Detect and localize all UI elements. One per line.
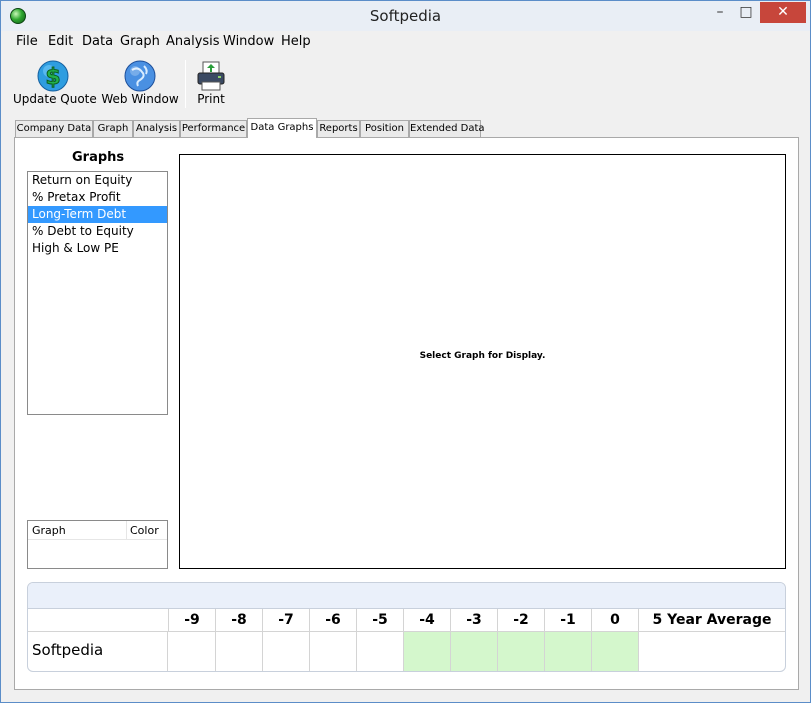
table-cell[interactable] [263,632,310,671]
tab-analysis[interactable]: Analysis [133,120,180,137]
col-header: -1 [545,609,592,632]
window-title: Softpedia [369,7,442,25]
toolbar: $ Update Quote Web Window Print [1,52,810,114]
menu-analysis[interactable]: Analysis [166,34,220,49]
graph-item-pretax-profit[interactable]: % Pretax Profit [28,189,167,206]
table-cell-highlight[interactable] [592,632,639,671]
legend-column-divider[interactable] [126,521,127,540]
graph-display-area: Select Graph for Display. [179,154,786,569]
tab-performance[interactable]: Performance [180,120,247,137]
minimize-button[interactable]: – [707,2,733,23]
data-graphs-panel: Graphs Return on Equity % Pretax Profit … [14,137,799,690]
col-header: -2 [498,609,545,632]
table-cell-highlight[interactable] [404,632,451,671]
dollar-globe-icon: $ [37,60,69,92]
table-cell-5yr-average[interactable] [639,632,785,671]
table-cell[interactable] [310,632,357,671]
table-cell[interactable] [169,632,216,671]
data-table-header-row: -9 -8 -7 -6 -5 -4 -3 -2 -1 0 5 Year Aver… [28,609,785,632]
maximize-button[interactable]: □ [733,2,759,23]
legend-col-graph[interactable]: Graph [32,524,66,537]
menu-file[interactable]: File [16,34,38,49]
table-cell[interactable] [216,632,263,671]
web-globe-icon [124,60,156,92]
app-window: Softpedia – □ ✕ File Edit Data Graph Ana… [0,0,811,703]
col-header: -5 [357,609,404,632]
tab-position[interactable]: Position [360,120,409,137]
row-label: Softpedia [28,632,168,671]
graph-item-debt-to-equity[interactable]: % Debt to Equity [28,223,167,240]
menu-help[interactable]: Help [281,34,311,49]
printer-icon [197,61,225,91]
table-row: Softpedia [28,632,785,671]
table-cell-highlight[interactable] [451,632,498,671]
table-cell[interactable] [357,632,404,671]
tab-company-data[interactable]: Company Data [15,120,93,137]
col-header-5yr-average: 5 Year Average [652,612,772,628]
graph-item-high-low-pe[interactable]: High & Low PE [28,240,167,257]
graphs-heading: Graphs [72,150,125,165]
close-button[interactable]: ✕ [760,2,806,23]
print-button[interactable]: Print [191,58,231,112]
data-table: -9 -8 -7 -6 -5 -4 -3 -2 -1 0 5 Year Aver… [27,582,786,672]
print-label: Print [197,92,225,106]
data-table-title-band [28,583,785,609]
web-window-label: Web Window [101,92,179,106]
title-bar: Softpedia – □ ✕ [1,1,810,31]
col-header: -7 [263,609,310,632]
legend-col-color[interactable]: Color [130,524,159,537]
update-quote-label: Update Quote [13,92,97,106]
col-header: -9 [169,609,216,632]
table-cell-highlight[interactable] [498,632,545,671]
menu-bar: File Edit Data Graph Analysis Window Hel… [1,31,810,52]
graph-legend-table[interactable]: Graph Color [27,520,168,569]
table-cell-highlight[interactable] [545,632,592,671]
menu-edit[interactable]: Edit [48,34,73,49]
tab-graph[interactable]: Graph [93,120,133,137]
web-window-button[interactable]: Web Window [101,58,179,112]
graphs-listbox[interactable]: Return on Equity % Pretax Profit Long-Te… [27,171,168,415]
col-header: -4 [404,609,451,632]
menu-graph[interactable]: Graph [120,34,160,49]
header-corner [28,609,169,632]
update-quote-button[interactable]: $ Update Quote [13,58,97,112]
legend-header: Graph Color [28,521,167,540]
col-header: 0 [592,609,639,632]
tab-data-graphs[interactable]: Data Graphs [247,118,317,138]
svg-text:$: $ [45,65,60,90]
graph-item-return-on-equity[interactable]: Return on Equity [28,172,167,189]
col-header: -3 [451,609,498,632]
menu-data[interactable]: Data [82,34,113,49]
graph-placeholder-message: Select Graph for Display. [419,351,546,361]
col-header: -8 [216,609,263,632]
tab-reports[interactable]: Reports [317,120,360,137]
graph-item-long-term-debt[interactable]: Long-Term Debt [28,206,167,223]
col-header: -6 [310,609,357,632]
toolbar-separator [185,60,186,108]
tab-extended-data[interactable]: Extended Data [409,120,485,137]
menu-window[interactable]: Window [223,34,274,49]
